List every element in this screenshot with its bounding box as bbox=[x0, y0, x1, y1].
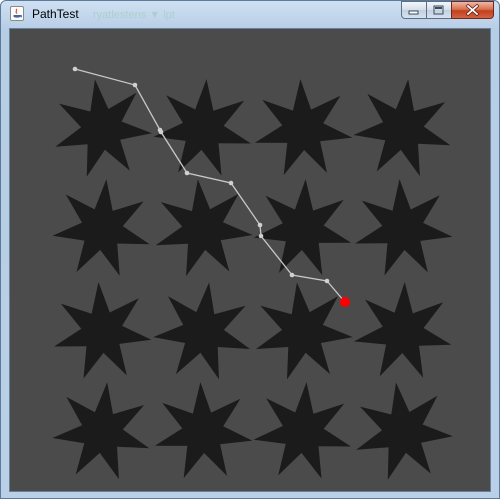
background-window-title: ryatlestens ▼ lpt bbox=[93, 9, 175, 21]
target-marker bbox=[340, 297, 350, 307]
path-node bbox=[258, 233, 264, 239]
path-test-panel[interactable] bbox=[9, 28, 491, 492]
path-node bbox=[257, 222, 263, 228]
star-shape bbox=[256, 282, 353, 380]
path-node bbox=[184, 170, 190, 176]
app-window: PathTest ryatlestens ▼ lpt bbox=[0, 0, 500, 499]
star-shape bbox=[52, 179, 150, 276]
path-node bbox=[72, 66, 78, 72]
star-shape bbox=[253, 382, 351, 479]
star-shape bbox=[153, 79, 251, 176]
star-shape bbox=[54, 282, 152, 379]
star-shape bbox=[154, 382, 253, 479]
close-button[interactable] bbox=[451, 1, 494, 19]
star-shape bbox=[153, 282, 250, 380]
title-bar[interactable]: PathTest ryatlestens ▼ lpt bbox=[1, 1, 499, 27]
window-controls bbox=[401, 1, 494, 20]
star-shape bbox=[356, 382, 453, 480]
star-shape bbox=[353, 282, 452, 378]
minimize-button[interactable] bbox=[401, 1, 426, 19]
close-icon bbox=[465, 3, 480, 17]
star-shape bbox=[355, 179, 453, 276]
java-app-icon bbox=[10, 6, 24, 21]
path-node bbox=[324, 278, 330, 284]
path-node bbox=[132, 82, 138, 88]
star-shape bbox=[55, 79, 152, 177]
star-shape bbox=[253, 179, 352, 276]
star-shape bbox=[254, 79, 353, 176]
path-node bbox=[228, 180, 234, 186]
path-node bbox=[289, 272, 295, 278]
path-node bbox=[158, 129, 164, 135]
drawing-canvas[interactable] bbox=[10, 29, 490, 491]
star-shape bbox=[52, 382, 150, 480]
maximize-button[interactable] bbox=[426, 1, 451, 19]
star-shape bbox=[353, 79, 451, 177]
minimize-icon bbox=[408, 10, 419, 15]
maximize-icon bbox=[433, 5, 444, 15]
window-title: PathTest bbox=[32, 7, 79, 21]
